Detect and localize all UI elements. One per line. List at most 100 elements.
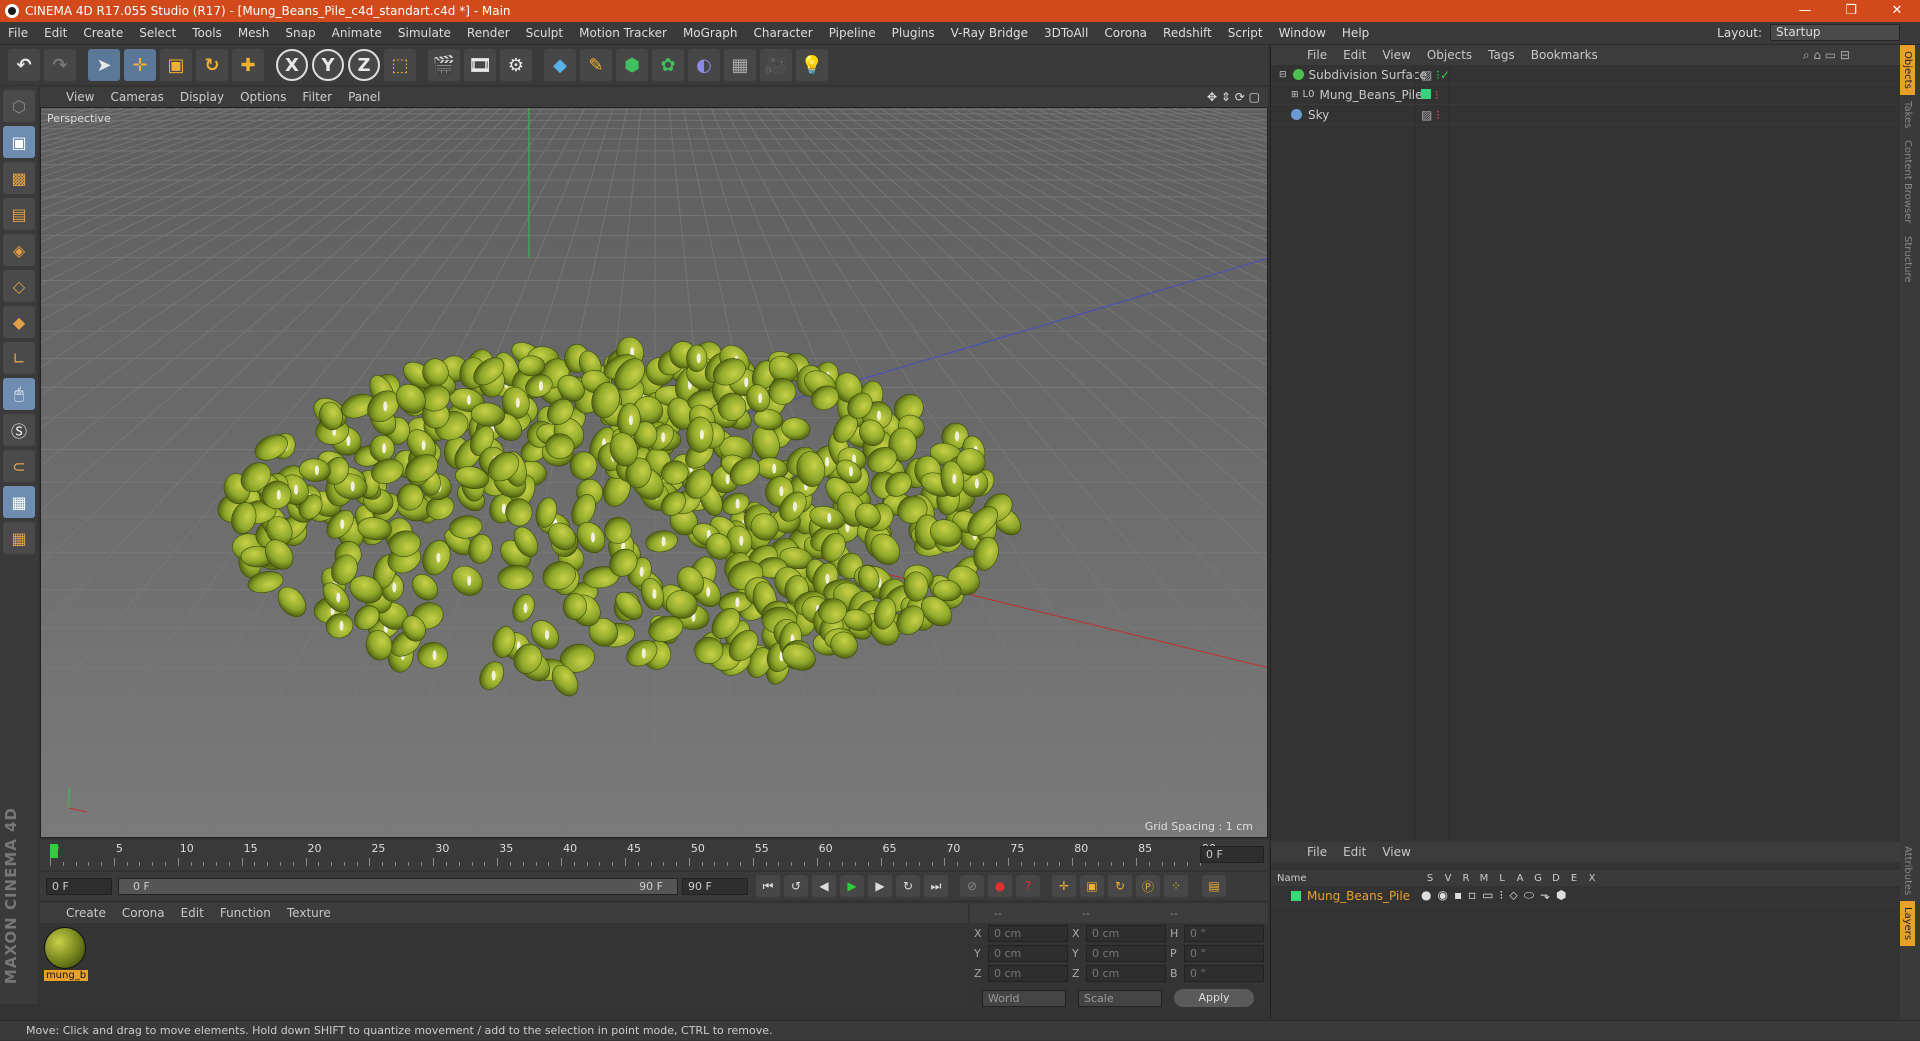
tweak-mode-icon[interactable]: 🖱: [3, 378, 35, 410]
object-row-mung-beans-pile[interactable]: ⊞ L0 Mung_Beans_Pile ⁝: [1271, 85, 1900, 105]
mat-menu-create[interactable]: Create: [66, 906, 106, 920]
model-mode-icon[interactable]: ▣: [3, 126, 35, 158]
magnet-icon[interactable]: ⊂: [3, 450, 35, 482]
next-frame-icon[interactable]: ▶: [868, 875, 892, 897]
viewport-menu-filter[interactable]: Filter: [302, 90, 332, 104]
tab-takes[interactable]: Takes: [1900, 95, 1915, 134]
layer-menu-view[interactable]: View: [1382, 845, 1410, 859]
points-mode-icon[interactable]: ◈: [3, 234, 35, 266]
coord-value-field[interactable]: 0 cm: [988, 944, 1068, 962]
axis-mode-icon[interactable]: ∟: [3, 342, 35, 374]
render-view-icon[interactable]: 🎬: [428, 49, 460, 81]
viewport-menu-display[interactable]: Display: [180, 90, 224, 104]
menu-create[interactable]: Create: [75, 26, 131, 40]
undo-icon[interactable]: ↶: [8, 49, 40, 81]
coord-mode-world-dropdown[interactable]: World: [982, 989, 1066, 1007]
lock-workplane-icon[interactable]: ▦: [3, 486, 35, 518]
menu-motion-tracker[interactable]: Motion Tracker: [571, 26, 675, 40]
menu-plugins[interactable]: Plugins: [884, 26, 943, 40]
mat-menu-corona[interactable]: Corona: [122, 906, 165, 920]
object-name[interactable]: Mung_Beans_Pile: [1319, 88, 1422, 102]
layer-menu-file[interactable]: File: [1307, 845, 1327, 859]
layer-column-header[interactable]: R: [1457, 873, 1475, 884]
workplane-icon[interactable]: ▤: [3, 198, 35, 230]
menu-animate[interactable]: Animate: [324, 26, 390, 40]
next-key-icon[interactable]: ↻: [896, 875, 920, 897]
key-rotation-icon[interactable]: ↻: [1108, 875, 1132, 897]
play-icon[interactable]: ▶: [840, 875, 864, 897]
current-frame-field[interactable]: 0 F: [1200, 846, 1264, 863]
material-swatch[interactable]: mung_b: [44, 927, 88, 981]
prev-frame-icon[interactable]: ◀: [812, 875, 836, 897]
menu-vray-bridge[interactable]: V-Ray Bridge: [943, 26, 1036, 40]
move-tool-icon[interactable]: ✛: [124, 49, 156, 81]
menu-sculpt[interactable]: Sculpt: [518, 26, 571, 40]
rotate-tool-icon[interactable]: ↻: [196, 49, 228, 81]
tab-structure[interactable]: Structure: [1900, 230, 1915, 289]
apply-button[interactable]: Apply: [1174, 989, 1254, 1007]
coord-value-field[interactable]: 0 °: [1184, 964, 1264, 982]
floor-icon[interactable]: ▦: [724, 49, 756, 81]
end-frame-field[interactable]: 90 F: [682, 877, 748, 895]
select-arrow-icon[interactable]: ➤: [88, 49, 120, 81]
obj-manager-search-icon[interactable]: ⌕ ⌂ ▭ ⊟: [1803, 48, 1850, 63]
menu-simulate[interactable]: Simulate: [390, 26, 459, 40]
obj-menu-bookmarks[interactable]: Bookmarks: [1531, 48, 1598, 62]
layer-column-header[interactable]: A: [1511, 873, 1529, 884]
obj-menu-edit[interactable]: Edit: [1343, 48, 1366, 62]
planar-workplane-icon[interactable]: ▦: [3, 522, 35, 554]
viewport-nav-icons[interactable]: ✥ ⇕ ⟳ ▢: [1207, 90, 1260, 104]
make-editable-icon[interactable]: ⬡: [3, 90, 35, 122]
polygons-mode-icon[interactable]: ◆: [3, 306, 35, 338]
prev-key-icon[interactable]: ↺: [784, 875, 808, 897]
key-pla-icon[interactable]: ⁘: [1164, 875, 1188, 897]
coord-value-field[interactable]: 0 cm: [1086, 924, 1166, 942]
layer-menu-edit[interactable]: Edit: [1343, 845, 1366, 859]
coord-value-field[interactable]: 0 cm: [988, 924, 1068, 942]
restore-button[interactable]: ❐: [1828, 0, 1874, 22]
menu-script[interactable]: Script: [1220, 26, 1271, 40]
layer-color-swatch[interactable]: [1291, 890, 1301, 901]
camera-icon[interactable]: 🎥: [760, 49, 792, 81]
object-flags[interactable]: ▨ ⁝: [1421, 108, 1440, 122]
scale-tool-icon[interactable]: ▣: [160, 49, 192, 81]
edges-mode-icon[interactable]: ◇: [3, 270, 35, 302]
y-axis-lock-button[interactable]: Y: [312, 49, 344, 81]
layout-dropdown[interactable]: Startup: [1770, 24, 1900, 41]
minimize-button[interactable]: —: [1782, 0, 1828, 22]
menu-select[interactable]: Select: [131, 26, 184, 40]
coord-value-field[interactable]: 0 cm: [1086, 944, 1166, 962]
redo-icon[interactable]: ↷: [44, 49, 76, 81]
layer-column-header[interactable]: V: [1439, 873, 1457, 884]
coordinate-system-icon[interactable]: ⬚: [384, 49, 416, 81]
frame-range-slider[interactable]: 0 F 90 F: [118, 877, 678, 895]
layer-name[interactable]: Mung_Beans_Pile: [1307, 889, 1410, 903]
key-position-icon[interactable]: ✛: [1052, 875, 1076, 897]
object-flags[interactable]: ▨ ⁝✓: [1421, 68, 1450, 82]
coord-value-field[interactable]: 0 cm: [988, 964, 1068, 982]
menu-corona[interactable]: Corona: [1096, 26, 1155, 40]
perspective-viewport[interactable]: Perspective Grid Spacing : 1 cm: [40, 107, 1268, 838]
menu-mograph[interactable]: MoGraph: [675, 26, 746, 40]
playhead[interactable]: [50, 844, 58, 858]
layer-column-header[interactable]: M: [1475, 873, 1493, 884]
obj-menu-objects[interactable]: Objects: [1427, 48, 1472, 62]
goto-start-icon[interactable]: ⏮: [756, 875, 780, 897]
z-axis-lock-button[interactable]: Z: [348, 49, 380, 81]
record-icon[interactable]: ●: [988, 875, 1012, 897]
menu-tools[interactable]: Tools: [184, 26, 230, 40]
key-param-icon[interactable]: Ⓟ: [1136, 875, 1160, 897]
layer-column-header[interactable]: L: [1493, 873, 1511, 884]
layer-row[interactable]: Mung_Beans_Pile ●◉▪▫▭⁝⬦⬭⬎⬢: [1271, 886, 1900, 906]
tab-attributes[interactable]: Attributes: [1900, 840, 1915, 901]
snap-icon[interactable]: Ⓢ: [3, 414, 35, 446]
key-scale-icon[interactable]: ▣: [1080, 875, 1104, 897]
tab-content-browser[interactable]: Content Browser: [1900, 134, 1915, 229]
object-name[interactable]: Sky: [1308, 108, 1329, 122]
auto-key-icon[interactable]: ?: [1016, 875, 1040, 897]
object-flags[interactable]: ⁝: [1421, 88, 1439, 102]
coord-mode-scale-dropdown[interactable]: Scale: [1078, 989, 1162, 1007]
layer-column-header[interactable]: G: [1529, 873, 1547, 884]
render-picture-viewer-icon[interactable]: 🎞: [464, 49, 496, 81]
menu-mesh[interactable]: Mesh: [230, 26, 278, 40]
